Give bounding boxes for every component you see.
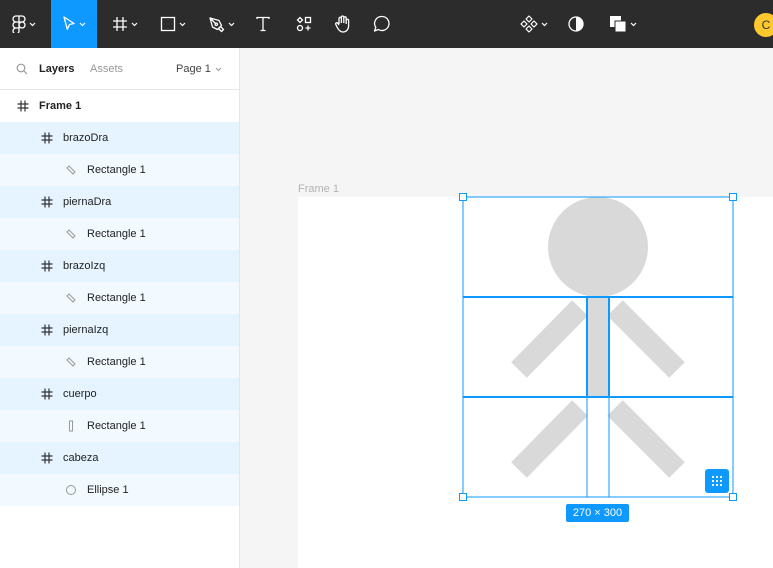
selection-size-badge: 270 × 300	[566, 504, 629, 522]
brazo-izq-rectangle[interactable]	[511, 300, 588, 378]
figma-editor: C Layers Assets Page 1 Frame 1 brazoDra Re…	[0, 0, 773, 568]
pierna-dra-rectangle[interactable]	[607, 400, 685, 478]
resize-handle-top-right[interactable]	[729, 193, 737, 201]
cabeza-ellipse[interactable]	[548, 197, 648, 297]
stick-figure-artwork	[459, 193, 737, 501]
pierna-izq-rectangle[interactable]	[511, 400, 588, 478]
resize-handle-top-left[interactable]	[459, 193, 467, 201]
resize-handle-bottom-right[interactable]	[729, 493, 737, 501]
auto-layout-grid-button[interactable]	[705, 469, 729, 493]
brazo-dra-rectangle[interactable]	[607, 300, 685, 378]
grid-dots-icon	[711, 475, 723, 487]
resize-handle-bottom-left[interactable]	[459, 493, 467, 501]
cuerpo-rectangle[interactable]	[587, 297, 609, 397]
stick-figure	[511, 197, 685, 478]
